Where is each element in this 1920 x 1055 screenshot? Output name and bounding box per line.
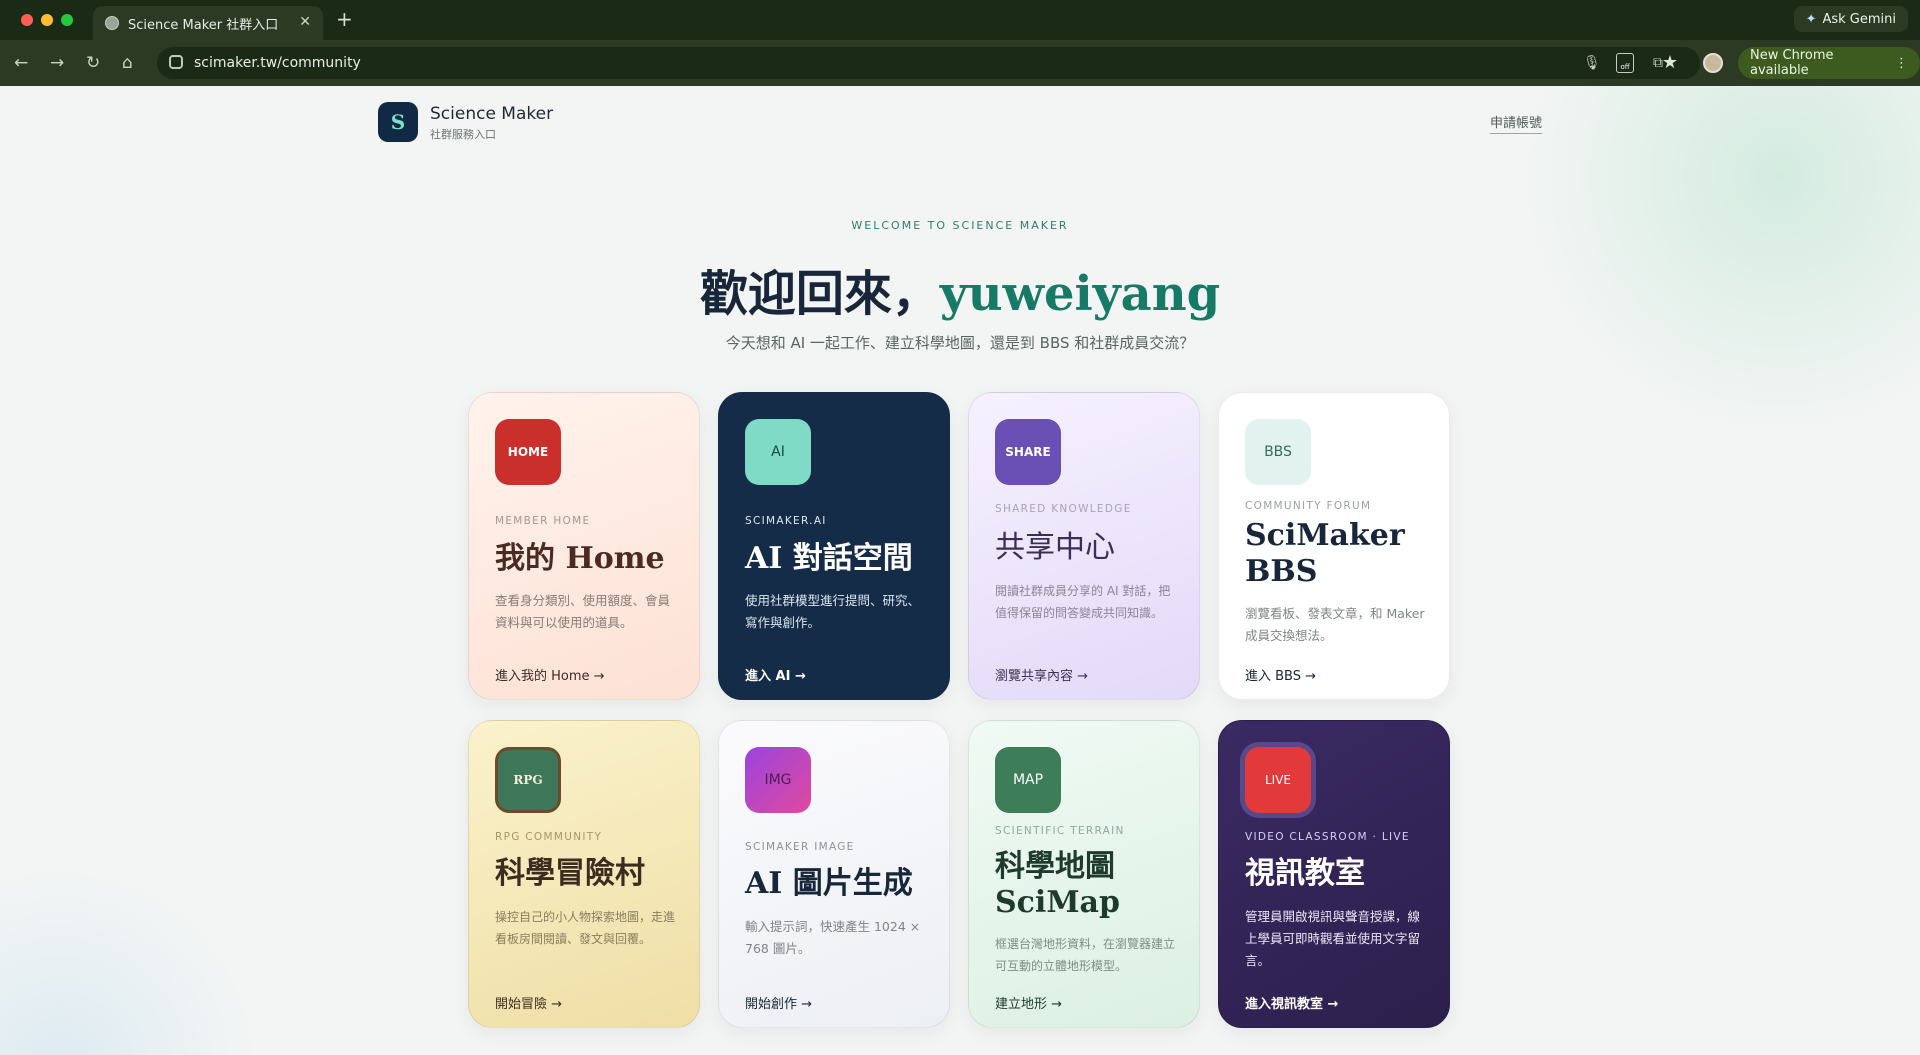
card-title: 科學冒險村: [495, 856, 645, 891]
map-icon: MAP: [995, 747, 1061, 813]
apply-account-link[interactable]: 申請帳號: [1490, 112, 1543, 134]
card-link[interactable]: 開始冒險 →: [495, 993, 562, 1012]
reload-icon[interactable]: ↻: [86, 53, 100, 73]
card-eyebrow: RPG COMMUNITY: [495, 831, 603, 843]
card-video-classroom[interactable]: LIVE VIDEO CLASSROOM · LIVE 視訊教室 管理員開啟視訊…: [1218, 720, 1450, 1028]
browser-tab[interactable]: Science Maker 社群入口 ✕: [93, 6, 323, 40]
home-icon[interactable]: ⌂: [122, 53, 133, 73]
ai-icon: AI: [745, 419, 811, 485]
card-eyebrow: SCIENTIFIC TERRAIN: [995, 825, 1125, 837]
science-maker-logo[interactable]: S: [378, 102, 418, 142]
card-eyebrow: SCIMAKER.AI: [745, 515, 827, 527]
card-title: AI 圖片生成: [745, 866, 913, 901]
card-eyebrow: SCIMAKER IMAGE: [745, 841, 855, 853]
more-menu-icon[interactable]: ⋮: [1895, 56, 1908, 71]
card-description: 查看身分類別、使用額度、會員資料與可以使用的道具。: [495, 593, 671, 630]
bbs-icon: BBS: [1245, 419, 1311, 485]
username: yuweiyang: [939, 266, 1221, 322]
back-arrow-icon[interactable]: ←: [14, 53, 28, 73]
card-description: 輸入提示詞，快速產生 1024 × 768 圖片。: [745, 919, 921, 956]
card-link[interactable]: 建立地形 →: [995, 993, 1062, 1012]
image-icon: IMG: [745, 747, 811, 813]
card-title: AI 對話空間: [745, 541, 913, 576]
page-content: S Science Maker 社群服務入口 申請帳號 WELCOME TO S…: [0, 86, 1920, 1055]
card-scimap[interactable]: MAP SCIENTIFIC TERRAIN 科學地圖 SciMap 框選台灣地…: [968, 720, 1200, 1028]
bookmark-star-icon[interactable]: ★: [1662, 52, 1678, 73]
card-eyebrow: COMMUNITY FORUM: [1245, 500, 1372, 512]
forward-arrow-icon[interactable]: →: [50, 53, 64, 73]
card-ai-image[interactable]: IMG SCIMAKER IMAGE AI 圖片生成 輸入提示詞，快速產生 10…: [718, 720, 950, 1028]
close-window-button[interactable]: [21, 14, 33, 26]
card-title: 共享中心: [995, 530, 1115, 565]
card-title: 視訊教室: [1245, 856, 1365, 891]
card-ai-chat[interactable]: AI SCIMAKER.AI AI 對話空間 使用社群模型進行提問、研究、寫作與…: [718, 392, 950, 700]
ask-gemini-label: Ask Gemini: [1822, 11, 1896, 27]
card-rpg-village[interactable]: RPG RPG COMMUNITY 科學冒險村 操控自己的小人物探索地圖，走進看…: [468, 720, 700, 1028]
profile-avatar[interactable]: [1703, 53, 1723, 73]
card-description: 操控自己的小人物探索地圖，走進看板房間閱讀、發文與回覆。: [495, 910, 676, 946]
browser-toolbar: ← → ↻ ⌂ scimaker.tw/community ★ 🎙 off ⧉ …: [0, 40, 1920, 86]
card-title: SciMaker BBS: [1245, 518, 1405, 589]
maximize-window-button[interactable]: [61, 14, 73, 26]
extension-off-icon[interactable]: off: [1616, 53, 1634, 73]
card-link[interactable]: 進入視訊教室 →: [1245, 993, 1338, 1012]
card-description: 框選台灣地形資料，在瀏覽器建立可互動的立體地形模型。: [995, 937, 1176, 973]
new-tab-button[interactable]: +: [336, 8, 353, 30]
card-title: 我的 Home: [495, 541, 665, 576]
new-chrome-available-button[interactable]: New Chrome available ⋮: [1738, 47, 1920, 79]
new-chrome-label: New Chrome available: [1750, 48, 1834, 78]
card-link[interactable]: 進入 BBS →: [1245, 665, 1316, 684]
share-icon: SHARE: [995, 419, 1061, 485]
card-eyebrow: MEMBER HOME: [495, 515, 591, 527]
browser-tab-bar: Science Maker 社群入口 ✕ + ✦ Ask Gemini: [0, 0, 1920, 40]
tab-title: Science Maker 社群入口: [128, 17, 279, 33]
card-description: 管理員開啟視訊與聲音授課，線上學員可即時觀看並使用文字留言。: [1245, 909, 1421, 968]
extension-off-label: off: [1620, 63, 1630, 71]
sparkle-icon: ✦: [1805, 11, 1817, 27]
address-bar[interactable]: scimaker.tw/community ★: [157, 47, 1700, 79]
welcome-heading: 歡迎回來，yuweiyang: [0, 254, 1920, 324]
minimize-window-button[interactable]: [41, 14, 53, 26]
home-icon: HOME: [495, 419, 561, 485]
card-member-home[interactable]: HOME MEMBER HOME 我的 Home 查看身分類別、使用額度、會員資…: [468, 392, 700, 700]
card-title: 科學地圖 SciMap: [995, 849, 1120, 920]
welcome-eyebrow: WELCOME TO SCIENCE MAKER: [851, 219, 1069, 232]
microphone-icon[interactable]: 🎙: [1583, 55, 1601, 71]
extensions-puzzle-icon[interactable]: ⧉: [1653, 55, 1663, 71]
rpg-icon: RPG: [495, 747, 561, 813]
globe-icon: [105, 16, 119, 30]
card-eyebrow: SHARED KNOWLEDGE: [995, 503, 1132, 515]
card-link[interactable]: 瀏覽共享內容 →: [995, 665, 1088, 684]
card-eyebrow: VIDEO CLASSROOM · LIVE: [1245, 831, 1410, 843]
card-description: 瀏覽看板、發表文章，和 Maker 成員交換想法。: [1245, 606, 1425, 643]
brand-name: Science Maker: [430, 104, 554, 124]
site-settings-icon[interactable]: [169, 55, 183, 69]
welcome-subtitle: 今天想和 AI 一起工作、建立科學地圖，還是到 BBS 和社群成員交流？: [725, 334, 1195, 352]
ask-gemini-button[interactable]: ✦ Ask Gemini: [1793, 6, 1908, 32]
card-link[interactable]: 進入我的 Home →: [495, 665, 605, 684]
greeting-text: 歡迎回來，: [699, 266, 940, 322]
tab-close-icon[interactable]: ✕: [299, 14, 311, 30]
card-shared-knowledge[interactable]: SHARE SHARED KNOWLEDGE 共享中心 閱讀社群成員分享的 AI…: [968, 392, 1200, 700]
card-link[interactable]: 開始創作 →: [745, 993, 812, 1012]
card-link[interactable]: 進入 AI →: [745, 665, 806, 684]
card-description: 使用社群模型進行提問、研究、寫作與創作。: [745, 593, 921, 630]
url-text[interactable]: scimaker.tw/community: [194, 55, 361, 71]
live-icon: LIVE: [1245, 747, 1311, 813]
card-description: 閱讀社群成員分享的 AI 對話，把值得保留的問答變成共同知識。: [995, 584, 1171, 620]
card-scimaker-bbs[interactable]: BBS COMMUNITY FORUM SciMaker BBS 瀏覽看板、發表…: [1218, 392, 1450, 700]
brand-subtitle: 社群服務入口: [430, 128, 496, 141]
